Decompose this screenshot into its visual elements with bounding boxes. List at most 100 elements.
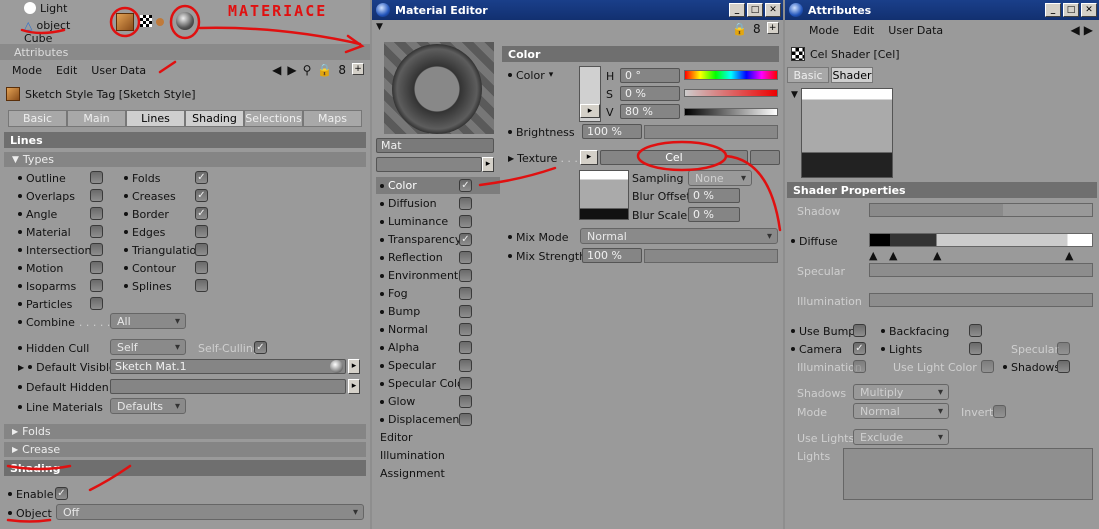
subsection-folds[interactable]: ▶ Folds xyxy=(4,424,366,439)
gradient-knot-icon[interactable]: ▲ xyxy=(869,249,877,262)
channel-checkbox-luminance[interactable] xyxy=(459,215,472,228)
type-checkbox-motion[interactable] xyxy=(90,261,103,274)
channel-checkbox-environment[interactable] xyxy=(459,269,472,282)
channel-diffusion[interactable]: Diffusion xyxy=(376,195,500,212)
default-hidden-arrow-icon[interactable]: ▸ xyxy=(348,379,360,394)
minimize-button[interactable]: _ xyxy=(1045,3,1061,17)
invert-checkbox[interactable] xyxy=(993,405,1006,418)
object-light[interactable]: Light xyxy=(24,0,67,16)
new-panel-icon[interactable]: + xyxy=(352,63,364,75)
diffuse-gradient[interactable] xyxy=(869,233,1093,247)
forward-arrow-icon[interactable]: ▶ xyxy=(287,63,296,77)
pin-icon[interactable]: 8 xyxy=(753,22,761,36)
lock-icon[interactable]: 🔒 xyxy=(317,63,332,77)
line-materials-dropdown[interactable]: Defaults xyxy=(110,398,186,414)
type-checkbox-angle[interactable] xyxy=(90,207,103,220)
use-bump-checkbox[interactable] xyxy=(853,324,866,337)
lock-icon[interactable]: 🔒 xyxy=(732,22,747,36)
channel-checkbox-fog[interactable] xyxy=(459,287,472,300)
default-visible-field[interactable]: Sketch Mat.1 xyxy=(110,359,346,374)
illumination-gradient[interactable] xyxy=(869,293,1093,307)
tab-basic[interactable]: Basic xyxy=(8,110,67,127)
material-name-extra[interactable] xyxy=(376,157,482,172)
channel-normal[interactable]: Normal xyxy=(376,321,500,338)
channel-alpha[interactable]: Alpha xyxy=(376,339,500,356)
channel-specular[interactable]: Specular xyxy=(376,357,500,374)
tab-basic[interactable]: Basic xyxy=(787,67,829,83)
object-object[interactable]: △ object xyxy=(24,17,70,33)
channel-illumination[interactable]: Illumination xyxy=(376,447,500,464)
backfacing-checkbox[interactable] xyxy=(969,324,982,337)
tab-maps[interactable]: Maps xyxy=(303,110,362,127)
channel-checkbox-alpha[interactable] xyxy=(459,341,472,354)
tab-lines[interactable]: Lines xyxy=(126,110,185,127)
channel-bump[interactable]: Bump xyxy=(376,303,500,320)
brightness-slider[interactable] xyxy=(644,125,778,139)
hidden-cull-dropdown[interactable]: Self xyxy=(110,339,186,355)
shadow-gradient[interactable] xyxy=(869,203,1093,217)
h-field[interactable]: 0 ° xyxy=(620,68,680,83)
tab-shading[interactable]: Shading xyxy=(185,110,244,127)
menu-user-data[interactable]: User Data xyxy=(888,24,943,37)
channel-checkbox-normal[interactable] xyxy=(459,323,472,336)
default-visible-arrow-icon[interactable]: ▸ xyxy=(348,359,360,374)
channel-checkbox-specular[interactable] xyxy=(459,359,472,372)
search-icon[interactable]: ⚲ xyxy=(303,63,312,77)
channel-checkbox-diffusion[interactable] xyxy=(459,197,472,210)
mix-strength-slider[interactable] xyxy=(644,249,778,263)
menu-edit[interactable]: Edit xyxy=(853,24,874,37)
new-panel-icon[interactable]: + xyxy=(766,22,779,34)
enable-checkbox[interactable]: ✓ xyxy=(55,487,68,500)
saturation-slider[interactable] xyxy=(684,89,778,97)
small-tag-icon[interactable] xyxy=(156,18,164,26)
type-checkbox-folds[interactable]: ✓ xyxy=(195,171,208,184)
gradient-knot-icon[interactable]: ▲ xyxy=(933,249,941,262)
expand-arrow-icon[interactable]: ▸ xyxy=(482,157,494,172)
channel-checkbox-transparency[interactable]: ✓ xyxy=(459,233,472,246)
material-tag-icon[interactable] xyxy=(176,12,194,30)
default-hidden-field[interactable] xyxy=(110,379,346,394)
object-cube[interactable]: Cube xyxy=(24,33,52,44)
object-dropdown[interactable]: Off xyxy=(56,504,364,520)
sampling-dropdown[interactable]: None xyxy=(688,170,752,186)
channel-checkbox-displacement[interactable] xyxy=(459,413,472,426)
channel-checkbox-glow[interactable] xyxy=(459,395,472,408)
type-checkbox-intersections[interactable] xyxy=(90,243,103,256)
pin-icon[interactable]: 8 xyxy=(338,63,346,77)
type-checkbox-edges[interactable] xyxy=(195,225,208,238)
channel-displacement[interactable]: Displacement xyxy=(376,411,500,428)
checker-tag-icon[interactable] xyxy=(140,15,152,27)
channel-checkbox-specular-color[interactable] xyxy=(459,377,472,390)
type-checkbox-outline[interactable] xyxy=(90,171,103,184)
tab-main[interactable]: Main xyxy=(67,110,126,127)
maximize-button[interactable]: □ xyxy=(1063,3,1079,17)
panel-menu-arrow-icon[interactable]: ▼ xyxy=(376,22,383,32)
type-checkbox-contour[interactable] xyxy=(195,261,208,274)
type-checkbox-border[interactable]: ✓ xyxy=(195,207,208,220)
type-checkbox-material[interactable] xyxy=(90,225,103,238)
close-button[interactable]: ✕ xyxy=(1081,3,1097,17)
menu-mode[interactable]: Mode xyxy=(12,64,42,77)
gradient-knot-icon[interactable]: ▲ xyxy=(889,249,897,262)
minimize-button[interactable]: _ xyxy=(729,3,745,17)
lights-list-box[interactable] xyxy=(843,448,1093,500)
gradient-knot-icon[interactable]: ▲ xyxy=(1065,249,1073,262)
channel-fog[interactable]: Fog xyxy=(376,285,500,302)
preview-collapse-icon[interactable]: ▼ xyxy=(791,90,798,100)
channel-glow[interactable]: Glow xyxy=(376,393,500,410)
type-checkbox-overlaps[interactable] xyxy=(90,189,103,202)
subsection-crease[interactable]: ▶ Crease xyxy=(4,442,366,457)
back-arrow-icon[interactable]: ◀ xyxy=(1071,23,1080,37)
channel-reflection[interactable]: Reflection xyxy=(376,249,500,266)
channel-checkbox-reflection[interactable] xyxy=(459,251,472,264)
maximize-button[interactable]: □ xyxy=(747,3,763,17)
combine-dropdown[interactable]: All xyxy=(110,313,186,329)
channel-color[interactable]: Color xyxy=(376,177,500,194)
shadows-checkbox[interactable] xyxy=(1057,360,1070,373)
self-culling-checkbox[interactable]: ✓ xyxy=(254,341,267,354)
type-checkbox-isoparms[interactable] xyxy=(90,279,103,292)
blur-scale-field[interactable]: 0 % xyxy=(688,207,740,222)
use-light-color-checkbox[interactable] xyxy=(981,360,994,373)
v-field[interactable]: 80 % xyxy=(620,104,680,119)
illumination-checkbox[interactable] xyxy=(853,360,866,373)
